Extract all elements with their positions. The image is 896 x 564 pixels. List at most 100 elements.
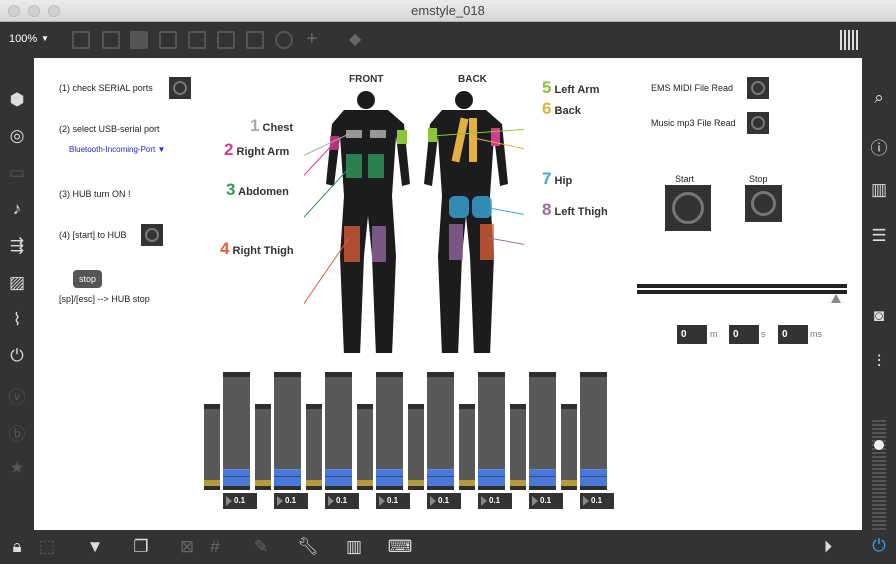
message-box-icon[interactable] — [102, 31, 120, 49]
list-icon[interactable]: ☰ — [862, 226, 896, 246]
channel-7-frequency-slider[interactable] — [510, 404, 526, 490]
close-button[interactable] — [8, 5, 20, 17]
toggle-icon[interactable] — [159, 31, 177, 49]
midi-read-button[interactable] — [747, 77, 769, 99]
slider-fill — [255, 480, 271, 486]
info-icon[interactable]: ⓘ — [862, 134, 896, 159]
plug-icon[interactable]: ⏻ — [0, 346, 34, 366]
playhead-marker[interactable] — [831, 294, 841, 303]
minimize-button[interactable] — [28, 5, 40, 17]
book-icon[interactable]: ▥ — [862, 180, 896, 200]
dial-icon[interactable] — [275, 31, 293, 49]
zone-name: Chest — [262, 122, 294, 134]
slider-fill — [357, 480, 373, 486]
stop-button[interactable] — [745, 185, 782, 222]
button-icon[interactable] — [188, 31, 206, 49]
grid-icon[interactable] — [840, 30, 860, 50]
minutes-unit: m — [710, 329, 718, 339]
start-hub-button[interactable] — [141, 224, 163, 246]
port-value: Bluetooth-Incoming-Port — [69, 145, 156, 154]
mp3-read-button[interactable] — [747, 112, 769, 134]
port-menu[interactable]: Bluetooth-Incoming-Port ▼ — [69, 145, 165, 154]
piano-icon[interactable]: ▥ — [337, 537, 371, 557]
check-serial-button[interactable] — [169, 77, 191, 99]
paint-bucket-icon[interactable]: ◆ — [349, 29, 361, 49]
zone-name: Right Thigh — [232, 245, 294, 257]
step3-label: (3) HUB turn ON ! — [59, 189, 131, 199]
channel-3-intensity-slider[interactable] — [325, 372, 352, 490]
zoom-button[interactable] — [48, 5, 60, 17]
slider-fill — [325, 469, 352, 486]
channel-4-frequency-slider[interactable] — [357, 404, 373, 490]
start-button[interactable] — [665, 185, 711, 231]
channel-1-intensity-slider[interactable] — [223, 372, 250, 490]
wrench-icon[interactable]: 🔧︎ — [291, 537, 325, 557]
channel-6-intensity-slider[interactable] — [478, 372, 505, 490]
presentation-icon[interactable]: ⬚ — [30, 537, 64, 557]
channel-6-frequency-slider[interactable] — [459, 404, 475, 490]
lock-icon[interactable]: 🔒︎ — [0, 537, 34, 557]
search-icon[interactable]: ⌕ — [862, 88, 896, 108]
channel-2-intensity-slider[interactable] — [274, 372, 301, 490]
image-icon[interactable]: ▨ — [0, 273, 34, 293]
comment-toggle-icon[interactable]: ▼ — [78, 537, 112, 557]
channel-3-number-box[interactable]: 0.1 — [325, 493, 359, 509]
add-icon[interactable]: + — [306, 28, 318, 51]
channel-8-number-box[interactable]: 0.1 — [580, 493, 614, 509]
zone-number: 3 — [226, 180, 236, 199]
comment-icon[interactable] — [130, 31, 148, 49]
seconds-box[interactable]: 0 — [729, 325, 759, 344]
zone-name: Back — [554, 105, 581, 117]
channel-1-number-box[interactable]: 0.1 — [223, 493, 257, 509]
channel-1-frequency-slider[interactable] — [204, 404, 220, 490]
channel-7-intensity-slider[interactable] — [529, 372, 556, 490]
channel-4-number-box[interactable]: 0.1 — [376, 493, 410, 509]
target-icon[interactable]: ◎ — [0, 126, 34, 146]
zone-number: 2 — [224, 140, 234, 159]
channel-8-intensity-slider[interactable] — [580, 372, 607, 490]
slider-fill — [223, 469, 250, 486]
minutes-box[interactable]: 0 — [677, 325, 707, 344]
volume-knob[interactable] — [874, 440, 884, 450]
stop-label: Stop — [749, 174, 768, 184]
play-object-icon[interactable] — [217, 31, 235, 49]
stop-message-button[interactable]: stop — [73, 270, 102, 288]
progress-track-bottom — [637, 290, 847, 294]
channel-5-number-box[interactable]: 0.1 — [427, 493, 461, 509]
cube-icon[interactable]: ⬢ — [0, 90, 34, 110]
channel-6-number-box[interactable]: 0.1 — [478, 493, 512, 509]
camera-icon[interactable]: ◙ — [862, 306, 896, 326]
keyboard-icon[interactable]: ⌨ — [383, 537, 417, 557]
zone-name: Hip — [554, 175, 573, 187]
zoom-dropdown-icon[interactable]: ▼ — [41, 34, 49, 43]
channel-7-number-box[interactable]: 0.1 — [529, 493, 563, 509]
channel-2-number-box[interactable]: 0.1 — [274, 493, 308, 509]
music-note-icon[interactable]: ♪ — [0, 199, 34, 219]
power-icon[interactable]: ⏻ — [862, 536, 896, 556]
slider-icon[interactable] — [246, 31, 264, 49]
mixer-icon[interactable]: ⫶ — [862, 352, 896, 372]
grid-toggle-icon: # — [210, 537, 220, 556]
channel-5-intensity-slider[interactable] — [427, 372, 454, 490]
channel-2-frequency-slider[interactable] — [255, 404, 271, 490]
play-icon[interactable]: ⏵ — [811, 537, 845, 557]
playlist-icon[interactable]: ⇶ — [0, 236, 34, 256]
star-icon: ★ — [9, 458, 25, 477]
mp3-read-label: Music mp3 File Read — [651, 118, 736, 128]
paperclip-icon[interactable]: ⌇ — [0, 310, 34, 330]
ms-box[interactable]: 0 — [778, 325, 808, 344]
zoom-level[interactable]: 100% — [9, 33, 37, 45]
windows-icon[interactable]: ❐ — [124, 537, 158, 557]
slider-fill — [529, 469, 556, 486]
volume-slider[interactable] — [872, 420, 886, 530]
back-label: BACK — [458, 74, 487, 85]
object-box-icon[interactable] — [72, 31, 90, 49]
ms-unit: ms — [810, 329, 822, 339]
channel-8-frequency-slider[interactable] — [561, 404, 577, 490]
channel-4-intensity-slider[interactable] — [376, 372, 403, 490]
channel-5-frequency-slider[interactable] — [408, 404, 424, 490]
channel-3-frequency-slider[interactable] — [306, 404, 322, 490]
patcher-canvas: (1) check SERIAL ports (2) select USB-se… — [34, 58, 862, 530]
zone-name: Left Arm — [554, 84, 600, 96]
zone-number: 7 — [542, 169, 552, 188]
